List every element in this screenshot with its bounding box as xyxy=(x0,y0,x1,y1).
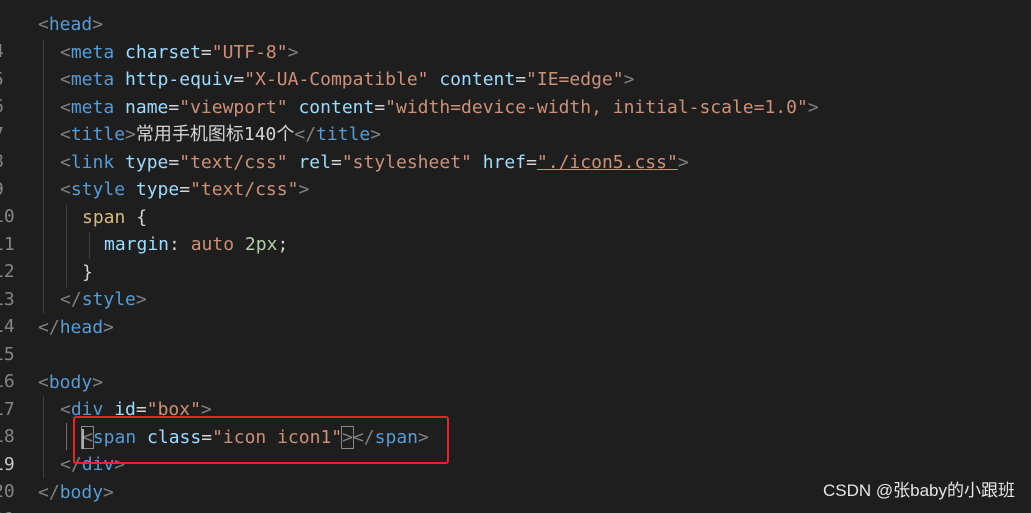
tag-name: meta xyxy=(70,96,115,118)
attribute-value: "viewport" xyxy=(179,96,288,118)
attribute-value: "text/css" xyxy=(179,151,288,173)
code-line[interactable]: 5 <meta charset="UTF-8"> xyxy=(0,39,1031,90)
attribute-value: "stylesheet" xyxy=(341,151,472,173)
code-line[interactable]: 10 <style type="text/css"> xyxy=(0,176,1031,227)
code-line[interactable]: 13 } xyxy=(0,259,1031,310)
attribute-name: href xyxy=(482,151,527,173)
attribute-value: "width=device-width, initial-scale=1.0" xyxy=(385,96,808,118)
code-line[interactable]: 16 xyxy=(0,341,1031,392)
attribute-name: type xyxy=(135,179,180,200)
title-text: 常用手机图标140个 xyxy=(135,124,295,145)
code-line[interactable]: 14 </style> xyxy=(0,286,1031,337)
code-line[interactable]: 15 </head> xyxy=(0,314,1031,365)
attribute-name: http-equiv xyxy=(125,69,234,90)
css-value: auto xyxy=(190,234,235,255)
open-brace: { xyxy=(136,206,148,228)
code-line[interactable]: 6 <meta http-equiv="X-UA-Compatible" con… xyxy=(0,66,1031,117)
tag-name: head xyxy=(59,316,104,338)
code-line[interactable]: 17 <body> xyxy=(0,369,1031,420)
close-brace: } xyxy=(82,261,93,283)
line-number: 21 xyxy=(0,506,15,513)
tag-name: style xyxy=(81,289,136,310)
tag-name: link xyxy=(70,151,115,173)
code-line[interactable]: 12 margin: auto 2px; xyxy=(0,231,1031,282)
stylesheet-link[interactable]: "./icon5.css" xyxy=(537,152,678,173)
highlight-annotation-box xyxy=(73,416,449,464)
tag-name: body xyxy=(59,481,104,503)
css-number: 2px xyxy=(244,234,278,255)
attribute-value: "text/css" xyxy=(190,179,299,200)
attribute-name: name xyxy=(125,96,169,118)
tag-name: body xyxy=(48,371,93,393)
tag-name: title xyxy=(70,124,126,145)
tag-name: title xyxy=(316,124,371,145)
tag-name: style xyxy=(70,179,126,200)
text-cursor xyxy=(82,429,84,449)
code-line[interactable]: 11 span { xyxy=(0,204,1031,255)
attribute-name: rel xyxy=(298,151,331,173)
attribute-name: charset xyxy=(125,41,201,63)
css-property: margin xyxy=(104,234,170,255)
code-line[interactable]: 8 <title>常用手机图标140个</title> xyxy=(0,121,1031,172)
code-line[interactable]: 7 <meta name="viewport" content="width=d… xyxy=(0,94,1031,145)
attribute-value: "X-UA-Compatible" xyxy=(244,69,429,90)
attribute-value: "UTF-8" xyxy=(211,41,288,63)
code-editor[interactable]: 4 <head> 5 <meta charset="UTF-8"> 6 <met… xyxy=(0,0,1031,513)
watermark: CSDN @张baby的小跟班 xyxy=(822,481,1015,500)
code-line[interactable]: 4 <head> xyxy=(0,11,1031,62)
tag-name: meta xyxy=(70,41,115,63)
tag-name: meta xyxy=(70,69,115,90)
attribute-value: "IE=edge" xyxy=(526,69,624,90)
attribute-name: content xyxy=(439,69,516,90)
css-selector: span xyxy=(82,206,126,228)
code-line[interactable]: 9 <link type="text/css" rel="stylesheet"… xyxy=(0,149,1031,200)
tag-name: head xyxy=(48,14,93,35)
attribute-name: type xyxy=(125,151,169,173)
attribute-name: content xyxy=(298,96,375,118)
